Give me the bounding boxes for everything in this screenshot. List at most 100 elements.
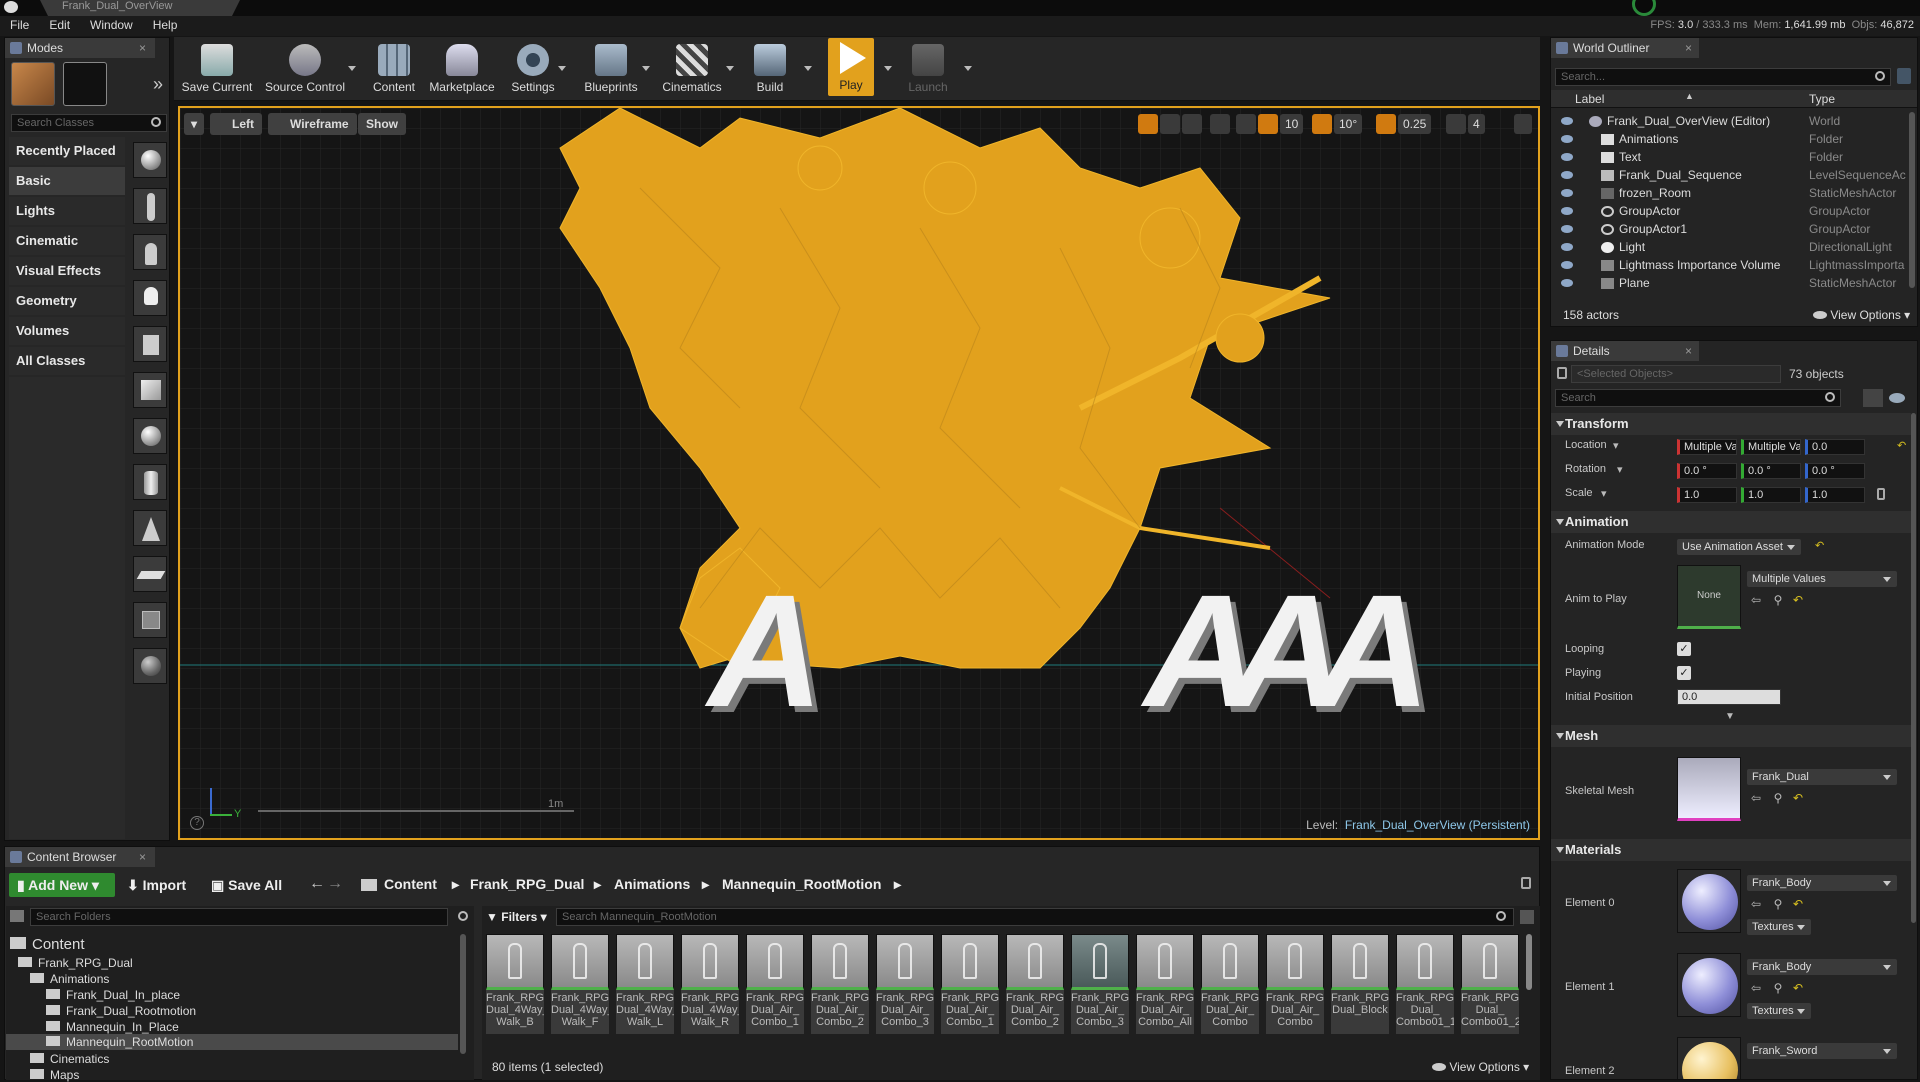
scale-snap-value[interactable]: 0.25 <box>1398 114 1432 134</box>
category-volumes[interactable]: Volumes <box>9 317 125 345</box>
outliner-view-options[interactable]: View Options ▾ <box>1813 308 1910 322</box>
surface-snap-icon[interactable] <box>1236 114 1256 134</box>
category-cinematic[interactable]: Cinematic <box>9 227 125 255</box>
scale-x-field[interactable]: 1.0 <box>1677 487 1737 503</box>
scale-lock-icon[interactable] <box>1877 488 1885 500</box>
modes-tab[interactable]: Modes × <box>5 38 155 58</box>
grid-snap-icon[interactable] <box>1258 114 1278 134</box>
property-matrix-icon[interactable] <box>1863 389 1883 407</box>
location-y-field[interactable]: Multiple Va <box>1741 439 1801 455</box>
lock-icon[interactable] <box>1521 877 1531 889</box>
category-geometry[interactable]: Geometry <box>9 287 125 315</box>
asset-tile[interactable]: Frank_RPG_ Dual_Air_ Combo_1 <box>746 934 804 1034</box>
document-tab[interactable]: Frank_Dual_OverView <box>40 0 240 16</box>
content-browser-tab[interactable]: Content Browser × <box>5 847 155 867</box>
asset-tile[interactable]: Frank_RPG_ Dual_4Way_ Walk_L <box>616 934 674 1034</box>
paint-mode-icon[interactable] <box>63 62 107 106</box>
save-current-button[interactable]: Save Current <box>180 40 254 96</box>
animation-mode-dropdown[interactable]: Use Animation Asset <box>1677 539 1801 555</box>
menu-help[interactable]: Help <box>143 16 188 32</box>
material-dropdown[interactable]: Frank_Body <box>1747 875 1897 891</box>
back-icon[interactable]: ← <box>309 875 325 893</box>
content-button[interactable]: Content <box>368 40 420 96</box>
visibility-eye-icon[interactable] <box>1561 153 1573 161</box>
build-dropdown-icon[interactable] <box>804 66 812 71</box>
material-thumbnail[interactable] <box>1677 1037 1741 1079</box>
rotation-snap-value[interactable]: 10° <box>1334 114 1363 134</box>
visibility-eye-icon[interactable] <box>1561 207 1573 215</box>
animation-section[interactable]: Animation <box>1551 511 1911 533</box>
breadcrumb-content[interactable]: Content <box>384 876 437 892</box>
outliner-row[interactable]: Text Folder <box>1551 148 1909 166</box>
cone-icon[interactable] <box>133 510 167 546</box>
blueprints-dropdown-icon[interactable] <box>642 66 650 71</box>
settings-dropdown-icon[interactable] <box>558 66 566 71</box>
world-local-icon[interactable] <box>1210 114 1230 134</box>
rotation-x-field[interactable]: 0.0 ° <box>1677 463 1737 479</box>
tree-item-frank-rpg-dual[interactable]: Frank_RPG_Dual <box>18 956 133 970</box>
scale-z-field[interactable]: 1.0 <box>1805 487 1865 503</box>
asset-tile[interactable]: Frank_RPG_ Dual_Air_ Combo_1 <box>941 934 999 1034</box>
reset-to-default-icon[interactable]: ↶ <box>1815 539 1824 552</box>
details-scrollbar[interactable] <box>1911 413 1916 923</box>
filters-button[interactable]: ▼ Filters ▾ <box>486 908 547 926</box>
initial-position-field[interactable]: 0.0 <box>1677 689 1781 705</box>
playing-checkbox[interactable]: ✓ <box>1677 666 1691 680</box>
show-button[interactable]: Show <box>358 113 406 135</box>
visibility-filter-icon[interactable] <box>1889 393 1905 403</box>
asset-scrollbar[interactable] <box>1526 934 1532 990</box>
category-basic[interactable]: Basic <box>9 167 125 195</box>
browse-icon[interactable]: ⚲ <box>1771 981 1785 995</box>
column-label[interactable]: Label <box>1575 92 1604 106</box>
menu-file[interactable]: File <box>0 16 39 32</box>
visibility-eye-icon[interactable] <box>1561 225 1573 233</box>
render-mode-button[interactable]: Wireframe <box>268 113 357 135</box>
asset-tile[interactable]: Frank_RPG_ Dual_Air_ Combo <box>1201 934 1259 1034</box>
tree-item-frank-dual-rootmotion[interactable]: Frank_Dual_Rootmotion <box>46 1004 196 1018</box>
menu-edit[interactable]: Edit <box>39 16 80 32</box>
reset-to-default-icon[interactable]: ↶ <box>1791 593 1805 607</box>
location-z-field[interactable]: 0.0 <box>1805 439 1865 455</box>
transform-section[interactable]: Transform <box>1551 413 1911 435</box>
asset-tile[interactable]: Frank_RPG_ Dual_Block <box>1331 934 1389 1034</box>
column-type[interactable]: Type <box>1809 92 1835 106</box>
asset-tile-selected[interactable]: Frank_RPG_ Dual_Air_ Combo_3 <box>1071 934 1129 1034</box>
outliner-row[interactable]: Frank_Dual_OverView (Editor) World <box>1551 112 1909 130</box>
asset-tile[interactable]: Frank_RPG_ Dual_4Way_ Walk_R <box>681 934 739 1034</box>
visibility-eye-icon[interactable] <box>1561 189 1573 197</box>
cinematics-dropdown-icon[interactable] <box>726 66 734 71</box>
close-icon[interactable]: × <box>1685 341 1692 361</box>
mesh-section[interactable]: Mesh <box>1551 725 1911 747</box>
place-mode-icon[interactable] <box>11 62 55 106</box>
category-lights[interactable]: Lights <box>9 197 125 225</box>
rotation-snap-icon[interactable] <box>1312 114 1332 134</box>
play-button[interactable]: Play <box>828 38 874 96</box>
save-all-button[interactable]: ▣ Save All <box>211 873 282 897</box>
outliner-row[interactable]: GroupActor1 GroupActor <box>1551 220 1909 238</box>
help-icon[interactable]: ? <box>190 816 204 830</box>
materials-section[interactable]: Materials <box>1551 839 1911 861</box>
breadcrumb-animations[interactable]: Animations <box>614 876 690 892</box>
lock-icon[interactable] <box>1557 367 1567 379</box>
asset-tile[interactable]: Frank_RPG_ Dual_Air_ Combo_2 <box>811 934 869 1034</box>
use-selected-icon[interactable]: ⇦ <box>1749 981 1763 995</box>
settings-button[interactable]: Settings <box>506 40 560 96</box>
rotation-y-field[interactable]: 0.0 ° <box>1741 463 1801 479</box>
browse-icon[interactable]: ⚲ <box>1771 593 1785 607</box>
sphere-trigger-icon[interactable] <box>133 648 167 684</box>
asset-tile[interactable]: Frank_RPG_ Dual_ Combo01_1 <box>1396 934 1454 1034</box>
visibility-eye-icon[interactable] <box>1561 117 1573 125</box>
asset-tile[interactable]: Frank_RPG_ Dual_Air_ Combo <box>1266 934 1324 1034</box>
category-recently-placed[interactable]: Recently Placed <box>9 137 125 165</box>
material-dropdown[interactable]: Frank_Sword <box>1747 1043 1897 1059</box>
tree-item-frank-dual-in-place[interactable]: Frank_Dual_In_place <box>46 988 180 1002</box>
tree-toggle-icon[interactable] <box>10 910 24 922</box>
cinematics-button[interactable]: Cinematics <box>660 40 724 96</box>
viewport-options-button[interactable]: ▾ <box>184 113 204 135</box>
text-actor-left[interactable]: A A <box>708 571 830 737</box>
category-all-classes[interactable]: All Classes <box>9 347 125 375</box>
outliner-row[interactable]: Plane StaticMeshActor <box>1551 274 1909 292</box>
visibility-eye-icon[interactable] <box>1561 171 1573 179</box>
camera-speed-icon[interactable] <box>1446 114 1466 134</box>
scale-icon[interactable] <box>1182 114 1202 134</box>
